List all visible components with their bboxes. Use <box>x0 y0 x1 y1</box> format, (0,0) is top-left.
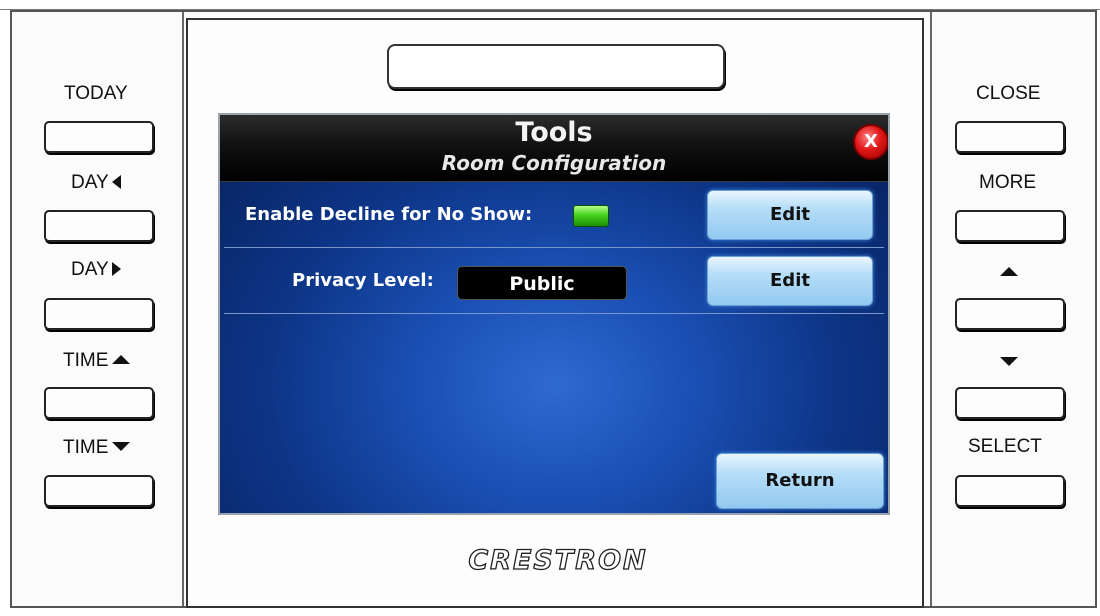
row-divider <box>224 247 884 248</box>
scroll-up-key[interactable] <box>955 298 1065 330</box>
key-label-select: SELECT <box>968 436 1042 457</box>
scroll-down-key[interactable] <box>955 387 1065 419</box>
return-button[interactable]: Return <box>716 453 884 509</box>
time-up-key[interactable] <box>44 387 154 419</box>
decline-no-show-label: Enable Decline for No Show: <box>245 204 533 225</box>
down-triangle-icon <box>1000 357 1018 366</box>
touch-screen: Tools Room Configuration X Enable Declin… <box>218 113 890 515</box>
privacy-level-label: Privacy Level: <box>292 270 434 291</box>
close-icon: X <box>864 131 878 152</box>
key-label-scroll-down <box>1000 352 1018 374</box>
page-title: Tools <box>515 117 593 148</box>
page-subtitle: Room Configuration <box>441 151 667 175</box>
down-triangle-icon <box>112 442 131 451</box>
more-key[interactable] <box>955 210 1065 242</box>
key-label-today: TODAY <box>64 83 128 104</box>
key-label-day-forward: DAY <box>71 259 121 281</box>
key-label-close: CLOSE <box>976 83 1041 104</box>
key-label-scroll-up <box>1000 262 1018 284</box>
left-triangle-icon <box>111 175 121 189</box>
crestron-logo: CRESTRON <box>468 544 648 576</box>
up-triangle-icon <box>1000 267 1018 276</box>
key-label-day-back: DAY <box>71 172 121 194</box>
edit-privacy-level-button[interactable]: Edit <box>707 256 873 306</box>
key-label-time-down: TIME <box>63 437 131 459</box>
select-key[interactable] <box>955 475 1065 507</box>
row-divider <box>224 313 884 314</box>
display-slot <box>387 44 725 89</box>
time-down-key[interactable] <box>44 475 154 507</box>
day-back-key[interactable] <box>44 210 154 242</box>
privacy-level-value: Public <box>457 266 627 300</box>
decline-no-show-status-led <box>573 205 609 227</box>
key-label-time-up: TIME <box>63 350 131 372</box>
today-key[interactable] <box>44 121 154 153</box>
key-label-more: MORE <box>979 172 1036 193</box>
right-triangle-icon <box>111 262 121 276</box>
up-triangle-icon <box>112 355 131 364</box>
edit-decline-no-show-button[interactable]: Edit <box>707 190 873 240</box>
close-button[interactable]: X <box>853 124 888 160</box>
day-forward-key[interactable] <box>44 298 154 330</box>
close-key[interactable] <box>955 121 1065 153</box>
